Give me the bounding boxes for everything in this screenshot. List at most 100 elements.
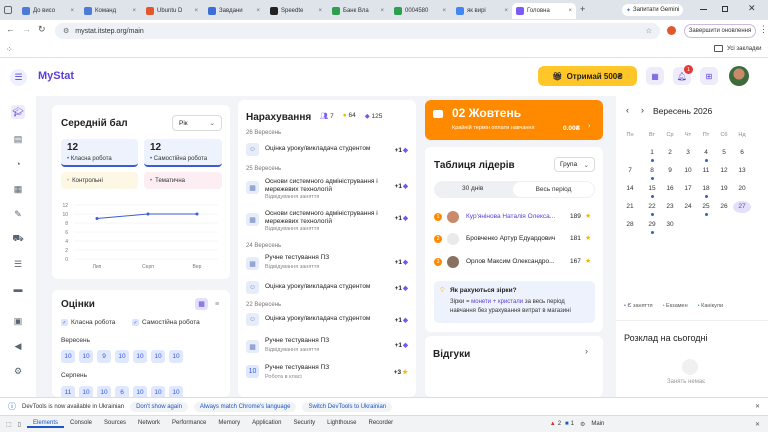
devtools-tab[interactable]: Network [132,420,166,428]
calendar-header-icon[interactable]: ▦ [646,67,664,85]
grade-badge[interactable]: 10 [169,350,183,363]
calendar-day[interactable]: 25 [697,201,715,213]
tab-close-icon[interactable]: × [132,8,136,14]
context-select[interactable]: Main [591,421,604,427]
group-select[interactable]: Група ⌄ [554,157,595,172]
hamburger-menu-icon[interactable]: ☰ [10,69,27,86]
calendar-day[interactable]: 19 [715,183,733,195]
devtools-tab[interactable]: Security [287,420,321,428]
tab-close-icon[interactable]: × [70,8,74,14]
schedule-icon[interactable]: ▤ [11,132,25,146]
grade-badge[interactable]: 11 [61,386,75,397]
leaderboard-row[interactable]: 3 Орлов Максим Олександро... 167 ★ [434,256,595,270]
gemini-button[interactable]: ✦ Запитати Gemini [622,4,684,16]
payment-card[interactable]: 02 Жовтень Крайній термін оплати навчанн… [425,100,603,140]
browser-tab[interactable]: 0004580 × [390,3,450,19]
calendar-day[interactable]: 24 [679,201,697,213]
calendar-day[interactable]: 6 [733,147,751,159]
calendar-day[interactable]: 14 [621,183,639,195]
browser-tab[interactable]: Ubuntu D × [142,3,202,19]
site-info-icon[interactable]: ⚙ [63,27,69,35]
devtools-tab[interactable]: Performance [166,420,212,428]
devtools-tab[interactable]: Lighthouse [321,420,362,428]
tab-30-days[interactable]: 30 днів [462,185,483,192]
maximize-icon[interactable] [722,6,728,12]
accrual-item[interactable]: ▦ Основи системного адміністрування і мер… [246,210,408,233]
grid-view-icon[interactable]: ▦ [195,298,208,310]
grade-badge[interactable]: 10 [79,386,93,397]
calendar-day[interactable]: 9 [661,165,679,177]
tab-close-icon[interactable]: × [504,8,508,14]
calendar-day[interactable]: 17 [679,183,697,195]
shop-icon[interactable]: ⛟ [11,232,25,246]
list-view-icon[interactable]: ≡ [211,298,223,310]
browser-tab[interactable]: Банк Вла × [328,3,388,19]
tab-close-icon[interactable]: × [568,8,572,14]
tab-close-icon[interactable]: × [194,8,198,14]
grade-badge[interactable]: 9 [97,350,111,363]
browser-tab[interactable]: як вирі × [452,3,512,19]
calendar-day-today[interactable]: 27 [733,201,751,213]
grade-badge[interactable]: 10 [97,386,111,397]
devtools-tab[interactable]: Console [64,420,98,428]
profile-badge[interactable] [667,26,676,35]
device-toggle-icon[interactable]: ▯ [18,421,21,428]
close-window-icon[interactable]: ✕ [748,3,756,14]
close-info-icon[interactable]: ✕ [755,403,760,410]
calendar-day[interactable]: 7 [621,165,639,177]
devtools-tab[interactable]: Application [246,420,287,428]
news-icon[interactable]: ▬ [11,282,25,296]
apps-grid-icon[interactable]: ⁘ [6,45,13,54]
groups-icon[interactable]: ☰ [11,257,25,271]
accrual-item[interactable]: 10 Ручне тестування ПЗ Робота в класі +3★ [246,364,408,387]
announce-icon[interactable]: ◀ [11,339,25,353]
calendar-day[interactable]: 3 [679,147,697,159]
user-avatar[interactable] [729,66,749,86]
grade-badge[interactable]: 10 [151,386,165,397]
devtools-close-icon[interactable]: ✕ [755,421,760,428]
menu-dots-icon[interactable]: ⋮ [759,24,768,35]
devtools-tab[interactable]: Elements [26,420,64,428]
calendar-day[interactable]: 26 [715,201,733,213]
calendar-day[interactable]: 16 [661,183,679,195]
browser-tab[interactable]: Головна × [512,3,576,19]
payment-icon[interactable]: ▣ [11,314,25,328]
url-field[interactable]: ⚙ mystat.itstep.org/main ☆ [55,23,660,39]
leaderboard-row[interactable]: 1 Кур'янінова Наталія Олекса... 189 ★ [434,211,595,225]
progress-icon[interactable]: ◔ [11,157,25,171]
grade-badge[interactable]: 10 [169,386,183,397]
calendar-day[interactable]: 22 [643,201,661,213]
accrual-item[interactable]: ▦ Основи системного адміністрування і мер… [246,178,408,201]
calendar-day[interactable]: 30 [661,219,679,231]
calendar-day[interactable]: 13 [733,165,751,177]
bonus-button[interactable]: 🎁︎ Отримай 500₴ [538,66,637,86]
always-match-language-button[interactable]: Always match Chrome's language [193,401,297,412]
update-button[interactable]: Завершити оновлення [684,24,756,38]
home-icon[interactable]: 🎓︎ [11,105,25,119]
homework-icon[interactable]: ▦ [11,182,25,196]
tab-search-icon[interactable] [4,6,12,14]
tab-close-icon[interactable]: × [256,8,260,14]
prev-month-icon[interactable]: ‹ [626,105,629,115]
leaderboard-row[interactable]: 2 Бровченко Артур Едуардович 181 ★ [434,233,595,247]
dont-show-again-button[interactable]: Don't show again [130,401,188,412]
browser-tab[interactable]: Завдани × [204,3,264,19]
calendar-day[interactable]: 28 [621,219,639,231]
back-icon[interactable]: ← [6,24,15,34]
next-month-icon[interactable]: › [641,105,644,115]
calendar-day[interactable]: 5 [715,147,733,159]
class-work-checkbox[interactable]: ✓ Класна робота [61,319,115,326]
bookmark-star-icon[interactable]: ☆ [646,27,652,35]
browser-tab[interactable]: До висо × [18,3,78,19]
tab-close-icon[interactable]: × [442,8,446,14]
devtools-tab[interactable]: Recorder [362,420,399,428]
calendar-day[interactable]: 21 [621,201,639,213]
calendar-day[interactable]: 29 [643,219,661,231]
accrual-item[interactable]: ▦ Ручне тестування ПЗ Відвідування заняття… [246,254,408,277]
grade-badge[interactable]: 10 [79,350,93,363]
grade-badge[interactable]: 6 [115,386,129,397]
devtools-tab[interactable]: Memory [212,420,246,428]
calendar-day[interactable]: 2 [661,147,679,159]
calendar-day[interactable]: 4 [697,147,715,159]
calendar-day[interactable]: 11 [697,165,715,177]
